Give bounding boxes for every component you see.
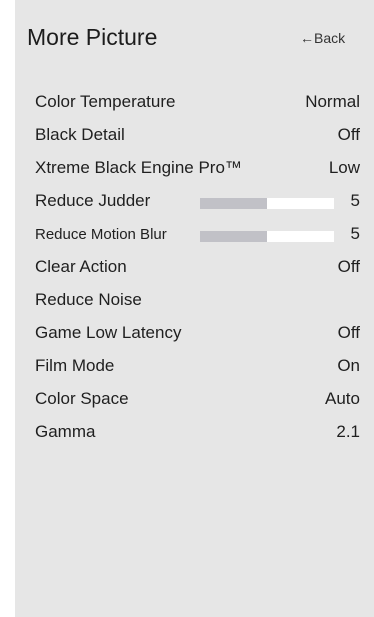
menu-item-label: Black Detail (35, 125, 125, 144)
menu-item-label: Clear Action (35, 257, 127, 276)
menu-item-label: Reduce Noise (35, 290, 142, 309)
menu-item-reduce-noise[interactable]: Reduce Noise (15, 285, 374, 318)
back-button[interactable]: ←Back (300, 30, 345, 46)
menu-item-film-mode[interactable]: Film Mode On (15, 351, 374, 384)
menu-item-black-detail[interactable]: Black Detail Off (15, 120, 374, 153)
settings-menu: Color Temperature Normal Black Detail Of… (15, 87, 374, 450)
menu-item-value: Normal (305, 92, 360, 111)
page-title: More Picture (27, 24, 158, 50)
menu-item-value: Auto (325, 389, 360, 408)
menu-item-value: 2.1 (336, 422, 360, 441)
menu-item-label: Reduce Judder (35, 191, 151, 210)
menu-item-label: Reduce Motion Blur (35, 226, 167, 243)
reduce-judder-slider-fill (200, 198, 267, 209)
menu-item-label: Gamma (35, 422, 96, 441)
menu-item-value: On (337, 356, 360, 375)
menu-item-value: Off (337, 323, 360, 342)
menu-item-value: Off (337, 125, 360, 144)
more-picture-panel: More Picture ←Back Color Temperature Nor… (15, 0, 374, 617)
menu-item-reduce-motion-blur[interactable]: Reduce Motion Blur 5 (15, 219, 374, 252)
menu-item-color-space[interactable]: Color Space Auto (15, 384, 374, 417)
menu-item-label: Color Temperature (35, 92, 176, 111)
menu-item-value: Off (337, 257, 360, 276)
reduce-judder-slider[interactable] (200, 198, 334, 209)
menu-item-value: 5 (350, 191, 360, 210)
menu-item-clear-action[interactable]: Clear Action Off (15, 252, 374, 285)
reduce-motion-blur-slider-fill (200, 231, 267, 242)
menu-item-game-low-latency[interactable]: Game Low Latency Off (15, 318, 374, 351)
menu-item-label: Color Space (35, 389, 129, 408)
menu-item-value: 5 (350, 224, 360, 243)
menu-item-label: Film Mode (35, 356, 115, 375)
menu-item-gamma[interactable]: Gamma 2.1 (15, 417, 374, 450)
menu-item-value: Low (328, 158, 360, 177)
menu-item-reduce-judder[interactable]: Reduce Judder 5 (15, 186, 374, 219)
menu-item-xtreme-black-engine-pro[interactable]: Xtreme Black Engine Pro™ Low (15, 153, 374, 186)
menu-item-label: Game Low Latency (35, 323, 182, 342)
menu-item-color-temperature[interactable]: Color Temperature Normal (15, 87, 374, 120)
reduce-motion-blur-slider[interactable] (200, 231, 334, 242)
menu-item-label: Xtreme Black Engine Pro™ (35, 158, 242, 177)
